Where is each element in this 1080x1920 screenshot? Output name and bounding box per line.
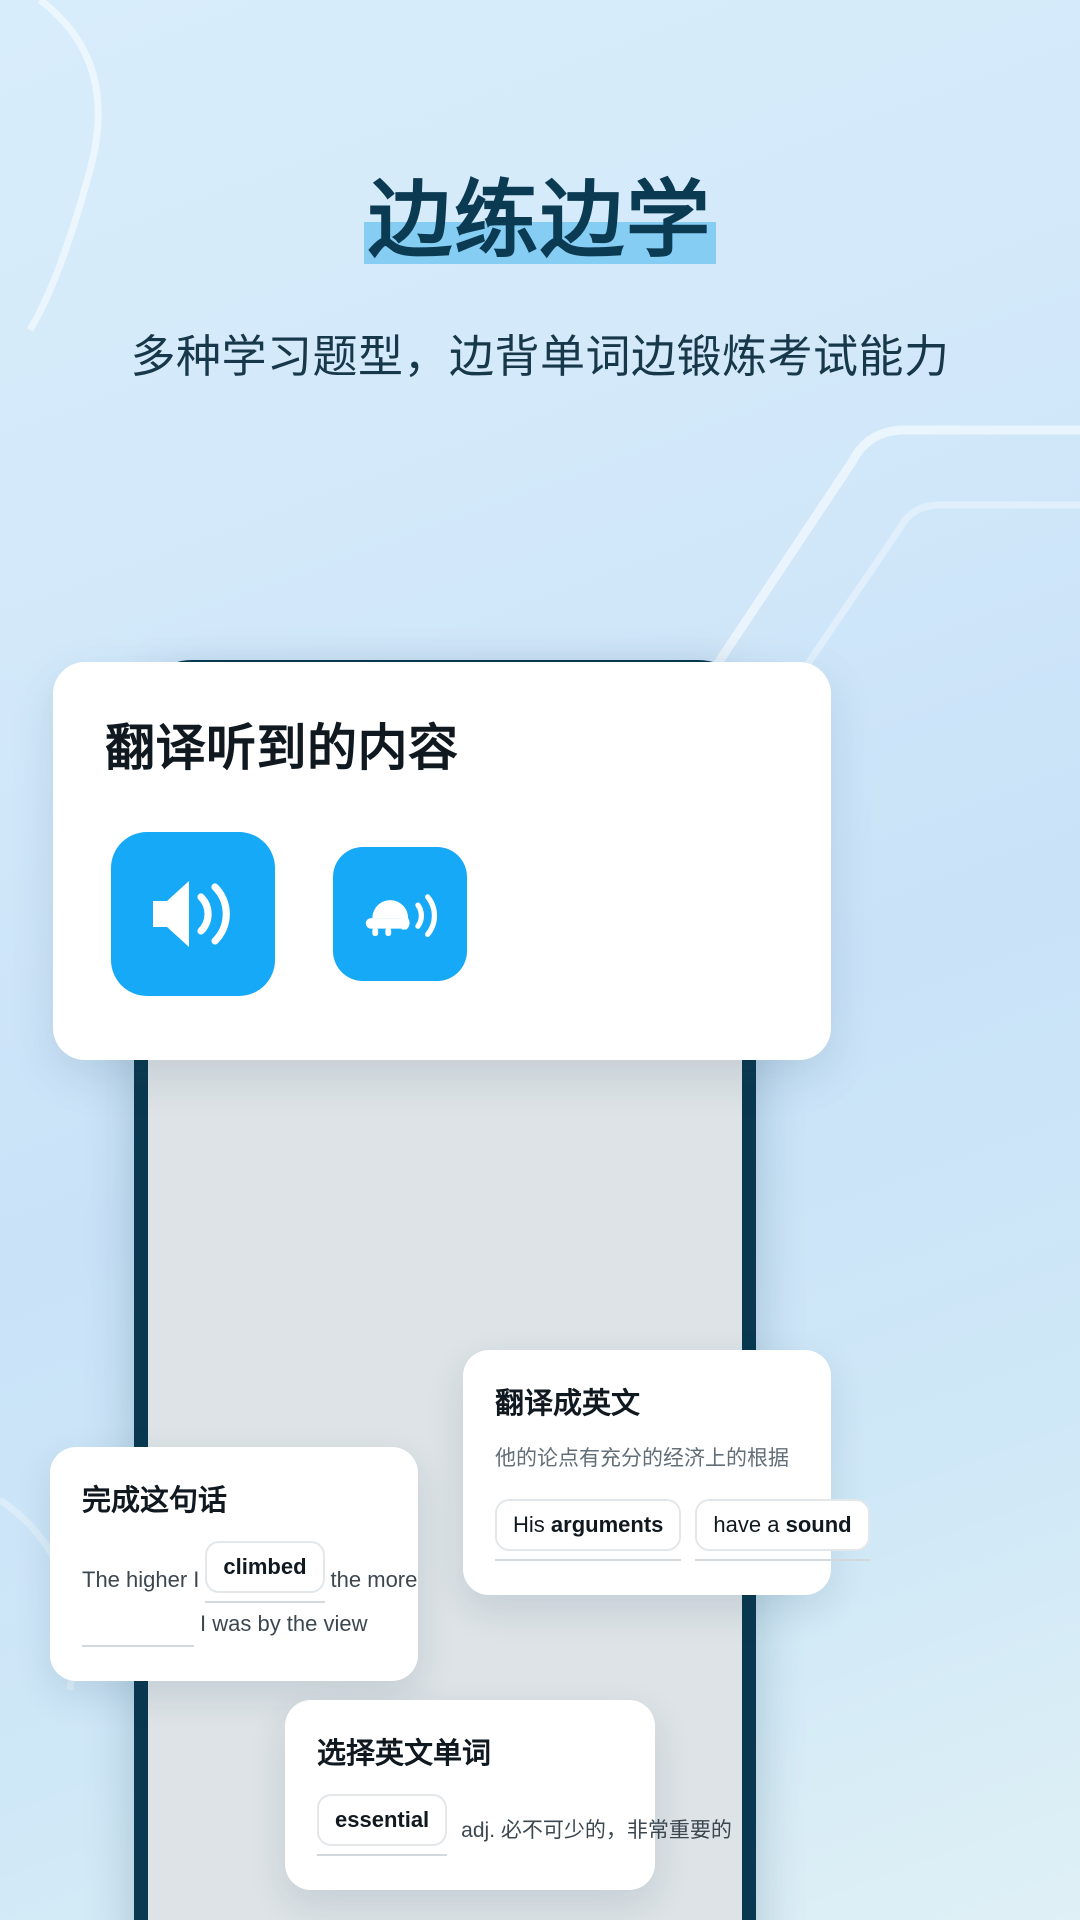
choose-word-chip: essential [317, 1794, 448, 1846]
translate-slot-2[interactable]: have a sound [695, 1499, 870, 1562]
translate-card-title: 翻译成英文 [495, 1388, 641, 1420]
translate-card: 翻译成英文 他的论点有充分的经济上的根据 His arguments have … [463, 1350, 870, 1596]
hero-section: 边练边学 多种学习题型，边背单词边锻炼考试能力 [0, 0, 1080, 385]
word-definition: adj. 必不可少的，非常重要的 [461, 1819, 732, 1842]
page-title: 边练边学 [367, 173, 712, 267]
chip-2-plain: have a [713, 1512, 780, 1538]
listening-exercise-card: 翻译听到的内容 [53, 662, 831, 1060]
audio-buttons-row [105, 832, 779, 996]
answer-chip: climbed [205, 1541, 325, 1593]
speaker-wave-icon [145, 871, 241, 957]
chip-1-bold: arguments [550, 1512, 664, 1538]
complete-sentence-card: 完成这句话 The higher I climbed the more I wa… [50, 1447, 418, 1681]
sentence-text-tail: I was by the view [200, 1611, 368, 1636]
chip-2-bold: sound [785, 1512, 852, 1538]
sentence-text-after: the more [330, 1567, 418, 1592]
complete-card-title: 完成这句话 [82, 1485, 228, 1517]
chip-1-plain: His [513, 1512, 545, 1538]
sentence-text-before: The higher I [82, 1567, 200, 1592]
promo-page: 边练边学 多种学习题型，边背单词边锻炼考试能力 22 [0, 0, 1080, 1920]
translate-prompt: 他的论点有充分的经济上的根据 [495, 1447, 789, 1470]
choose-slot[interactable]: essential [317, 1794, 448, 1856]
choose-answer-row: essential adj. 必不可少的，非常重要的 [317, 1794, 732, 1856]
page-title-wrap: 边练边学 [362, 178, 718, 268]
complete-sentence-line-2: I was by the view [82, 1607, 386, 1647]
complete-sentence-line-1: The higher I climbed the more [82, 1541, 417, 1603]
play-audio-button[interactable] [111, 832, 275, 996]
page-subtitle: 多种学习题型，边背单词边锻炼考试能力 [130, 331, 950, 382]
turtle-slow-audio-icon [359, 879, 441, 949]
choose-word-card: 选择英文单词 essential adj. 必不可少的，非常重要的 [285, 1700, 732, 1890]
empty-answer-slot[interactable] [82, 1607, 194, 1647]
listening-card-title: 翻译听到的内容 [105, 720, 459, 776]
translate-slot-1[interactable]: His arguments [495, 1499, 682, 1562]
play-slow-audio-button[interactable] [333, 847, 467, 981]
translate-chip-1: His arguments [495, 1499, 682, 1552]
choose-card-title: 选择英文单词 [317, 1738, 492, 1770]
translate-answer-row: His arguments have a sound [495, 1499, 870, 1562]
filled-answer-slot[interactable]: climbed [205, 1541, 325, 1603]
translate-chip-2: have a sound [695, 1499, 870, 1552]
